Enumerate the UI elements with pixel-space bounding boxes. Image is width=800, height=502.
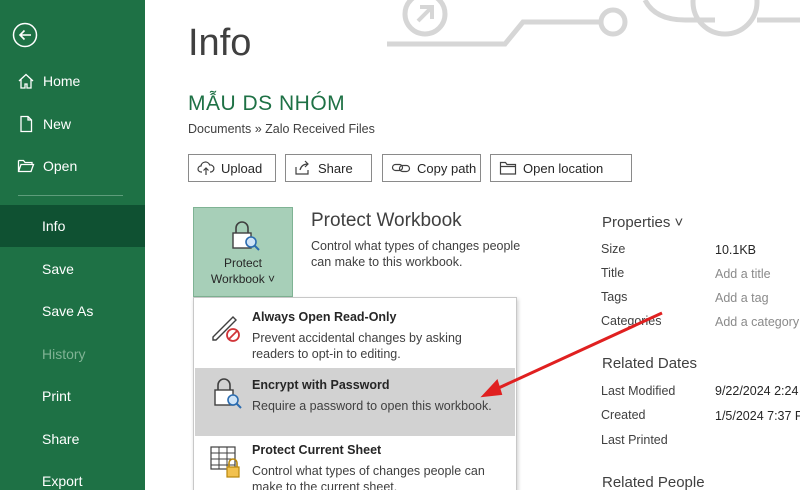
back-arrow-icon[interactable] — [12, 22, 38, 48]
sheet-lock-icon — [210, 446, 240, 478]
protect-tile-label-2: Workbook ˅ — [210, 272, 276, 286]
property-label: Title — [601, 266, 625, 280]
menu-item-title: Always Open Read-Only — [252, 310, 397, 324]
menu-item-description: Control what types of changes people can… — [252, 464, 485, 490]
sidebar-item-print[interactable]: Print — [0, 375, 145, 417]
breadcrumb: Documents » Zalo Received Files — [188, 122, 375, 136]
protect-workbook-menu: Always Open Read-Only Prevent accidental… — [193, 297, 517, 490]
menu-item-description: Require a password to open this workbook… — [252, 399, 492, 413]
menu-item-encrypt-with-password[interactable]: Encrypt with Password Require a password… — [195, 368, 515, 436]
date-label: Last Modified — [601, 384, 676, 398]
sidebar-item-label: Home — [43, 73, 81, 89]
sidebar-divider — [18, 195, 123, 196]
property-label: Size — [601, 242, 626, 256]
upload-label: Upload — [221, 160, 263, 176]
tags-field[interactable]: Add a tag — [715, 291, 769, 305]
pencil-prohibited-icon — [212, 316, 240, 342]
workbook-name: MẪU DS NHÓM — [188, 92, 346, 115]
menu-item-description: Prevent accidental changes by asking rea… — [252, 331, 462, 361]
protect-workbook-button[interactable]: Protect Workbook ˅ — [193, 207, 293, 297]
new-document-icon — [17, 115, 35, 133]
sidebar-item-save-as[interactable]: Save As — [0, 290, 145, 332]
copy-path-label: Copy path — [417, 160, 477, 176]
share-button[interactable]: Share — [285, 154, 372, 182]
sidebar-item-info[interactable]: Info — [0, 205, 145, 247]
properties-heading[interactable]: Properties ˅ — [602, 214, 683, 231]
sidebar-item-history: History — [0, 333, 145, 375]
categories-field[interactable]: Add a category — [715, 315, 799, 329]
cloud-upload-icon — [197, 161, 215, 175]
sidebar-item-label: Info — [42, 218, 66, 234]
sidebar-item-save[interactable]: Save — [0, 248, 145, 290]
sidebar-item-label: Open — [43, 158, 78, 174]
sidebar-item-export[interactable]: Export — [0, 460, 145, 502]
lock-key-icon — [214, 378, 242, 409]
sidebar-item-share[interactable]: Share — [0, 418, 145, 460]
protect-workbook-title: Protect Workbook — [311, 210, 462, 231]
property-label: Tags — [601, 290, 628, 304]
property-label: Categories — [601, 314, 662, 328]
share-icon — [295, 160, 309, 175]
info-pane: Info MẪU DS NHÓM Documents » Zalo Receiv… — [145, 0, 800, 490]
related-people-heading: Related People — [602, 474, 705, 490]
created-value: 1/5/2024 7:37 P — [715, 409, 800, 423]
upload-button[interactable]: Upload — [188, 154, 276, 182]
sidebar-item-label: Save — [42, 261, 74, 277]
open-location-button[interactable]: Open location — [490, 154, 632, 182]
menu-item-title: Encrypt with Password — [252, 378, 390, 392]
circuit-decoration — [387, 0, 800, 47]
related-dates-heading: Related Dates — [602, 355, 698, 372]
date-label: Created — [601, 408, 646, 422]
protect-tile-label-1: Protect — [223, 256, 262, 270]
copy-path-button[interactable]: Copy path — [382, 154, 481, 182]
sidebar-item-label: New — [43, 116, 72, 132]
open-location-label: Open location — [523, 160, 604, 176]
sidebar-item-open[interactable]: Open — [0, 145, 145, 187]
folder-icon — [499, 161, 517, 175]
lock-search-icon — [232, 221, 260, 251]
protect-workbook-description: Control what types of changes people can… — [311, 239, 521, 269]
sidebar-item-label: History — [42, 346, 86, 362]
share-label: Share — [318, 160, 353, 176]
home-icon — [17, 72, 35, 90]
page-title: Info — [188, 22, 252, 64]
sidebar-item-label: Share — [42, 431, 80, 447]
sidebar-item-label: Export — [42, 473, 83, 489]
menu-item-title: Protect Current Sheet — [252, 443, 382, 457]
sidebar-item-label: Print — [42, 388, 71, 404]
sidebar-item-home[interactable]: Home — [0, 60, 145, 102]
menu-item-always-open-read-only[interactable]: Always Open Read-Only Prevent accidental… — [195, 299, 515, 367]
date-label: Last Printed — [601, 433, 668, 447]
menu-item-protect-current-sheet[interactable]: Protect Current Sheet Control what types… — [195, 437, 515, 490]
property-size-value: 10.1KB — [715, 243, 757, 257]
folder-open-icon — [17, 157, 35, 175]
sidebar-item-new[interactable]: New — [0, 103, 145, 145]
sidebar-item-label: Save As — [42, 303, 94, 319]
last-modified-value: 9/22/2024 2:24 — [715, 384, 799, 398]
link-icon — [391, 163, 411, 173]
backstage-sidebar: Home New Open Info Save Save As History … — [0, 0, 145, 490]
title-field[interactable]: Add a title — [715, 267, 771, 281]
